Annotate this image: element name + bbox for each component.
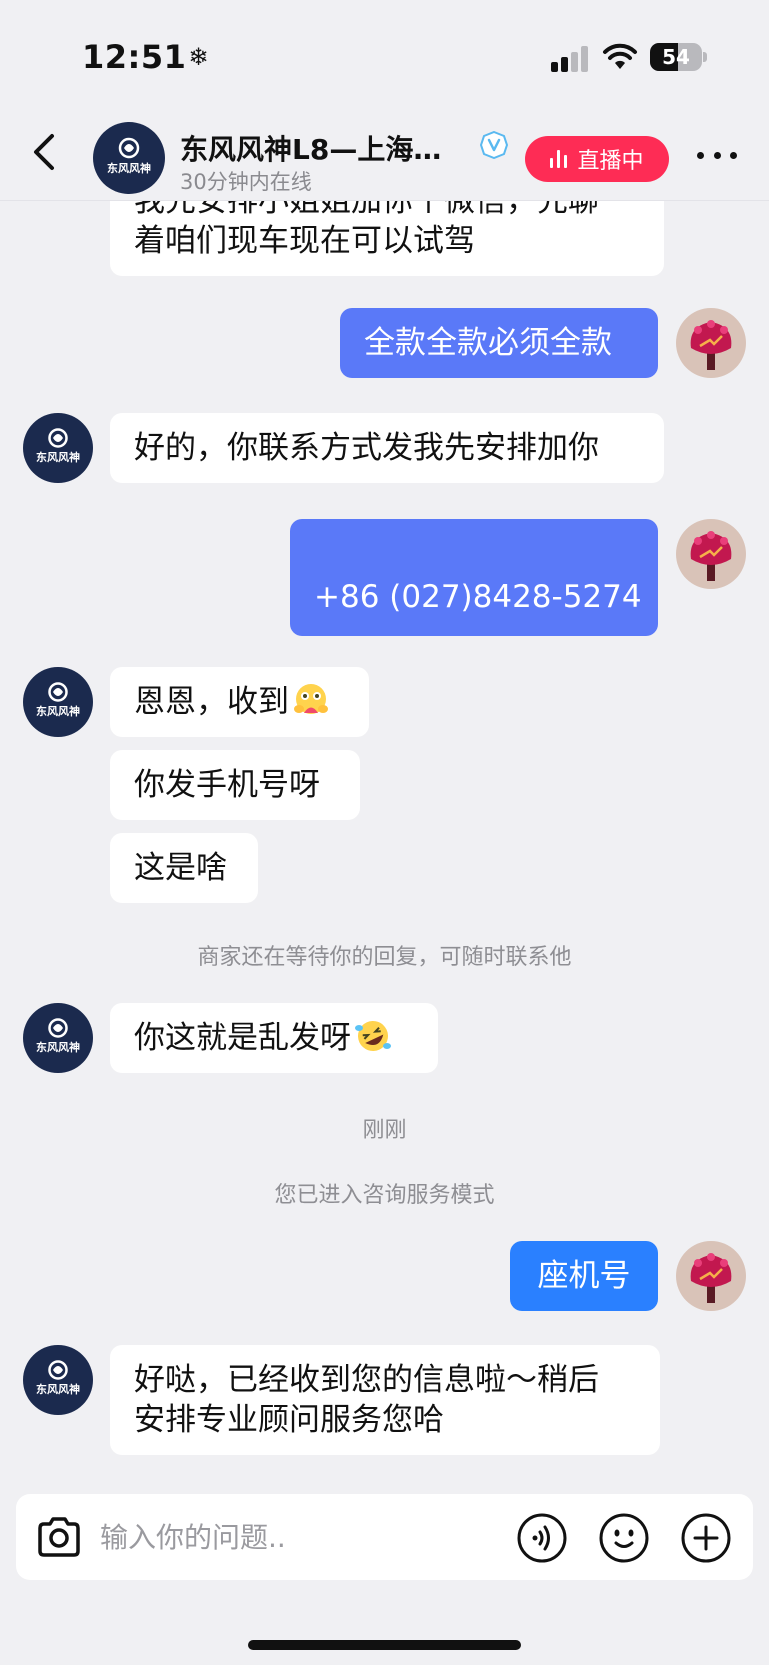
wifi-icon [603, 43, 637, 69]
user-avatar-image [676, 519, 746, 589]
message-input[interactable] [100, 1514, 500, 1560]
shop-logo: 东风风神 [23, 1003, 93, 1073]
chat-messages[interactable]: 我先安排小姐姐加你个微信，先聊 着咱们现车现在可以试驾 全款全款必须全款 东风风… [0, 201, 769, 1485]
message-bubble-outgoing: 座机号 [510, 1241, 658, 1311]
phone-number: +86 (027)8428-5274 [314, 579, 642, 615]
brand-logo-text: 东风风神 [107, 161, 151, 175]
message-text: 恩恩，收到 [134, 684, 289, 720]
live-streaming-button[interactable]: 直播中 [525, 136, 669, 182]
rolling-laughing-emoji-icon [355, 1021, 391, 1051]
emoji-icon[interactable] [598, 1512, 650, 1564]
message-line: 我先安排小姐姐加你个微信，先聊 [134, 201, 599, 219]
battery-icon: 54 [650, 43, 702, 71]
live-label: 直播中 [577, 149, 644, 174]
message-bubble-outgoing: +86 (027)8428-5274 [290, 519, 658, 636]
message-line: 安排专业顾问服务您哈 [134, 1402, 444, 1438]
message-bubble-outgoing: 全款全款必须全款 [340, 308, 658, 378]
brand-logo-text: 东风风神 [36, 1382, 80, 1396]
brand-logo-text: 东风风神 [36, 450, 80, 464]
message-text: 你这就是乱发呀 [134, 1020, 351, 1056]
status-bar: 12:51❄ 54 [0, 0, 769, 100]
status-time: 12:51❄ [82, 38, 209, 76]
user-avatar-image [676, 308, 746, 378]
brand-logo-text: 东风风神 [36, 704, 80, 718]
message-input-bar [16, 1494, 753, 1580]
system-notice: 您已进入咨询服务模式 [274, 1183, 495, 1208]
message-line: 好哒，已经收到您的信息啦～稍后 [134, 1362, 599, 1398]
shop-avatar[interactable]: 东风风神 [23, 667, 93, 737]
shop-logo: 东风风神 [23, 1345, 93, 1415]
verified-badge-icon [480, 131, 508, 159]
home-indicator[interactable] [248, 1640, 521, 1650]
message-bubble-incoming: 好的，你联系方式发我先安排加你 [110, 413, 664, 483]
message-bubble-incoming: 你这就是乱发呀 [110, 1003, 438, 1073]
cellular-signal-icon [551, 46, 591, 72]
user-avatar[interactable] [676, 308, 746, 378]
system-notice: 商家还在等待你的回复，可随时联系他 [197, 945, 572, 970]
brand-logo-text: 东风风神 [36, 1040, 80, 1054]
battery-cap [703, 52, 707, 62]
hugging-face-emoji-icon [294, 684, 328, 714]
shop-avatar[interactable]: 东风风神 [23, 1345, 93, 1415]
snowflake-icon: ❄ [188, 43, 209, 71]
timestamp: 刚刚 [362, 1118, 407, 1143]
battery-level: 54 [662, 45, 690, 69]
chat-title: 东风风神L8—上海… [180, 133, 442, 166]
camera-icon[interactable] [34, 1513, 84, 1563]
back-arrow-icon[interactable] [26, 128, 66, 176]
shop-logo: 东风风神 [23, 667, 93, 737]
message-bubble-incoming: 好哒，已经收到您的信息啦～稍后 安排专业顾问服务您哈 [110, 1345, 660, 1455]
message-line: 着咱们现车现在可以试驾 [134, 223, 475, 259]
shop-avatar[interactable]: 东风风神 [23, 1003, 93, 1073]
message-bubble-incoming: 我先安排小姐姐加你个微信，先聊 着咱们现车现在可以试驾 [110, 201, 664, 276]
user-avatar[interactable] [676, 519, 746, 589]
shop-avatar[interactable]: 东风风神 [93, 122, 165, 194]
add-more-icon[interactable] [680, 1512, 732, 1564]
shop-logo: 东风风神 [23, 413, 93, 483]
online-status: 30分钟内在线 [180, 170, 312, 194]
chat-header: 东风风神 东风风神L8—上海… 30分钟内在线 直播中 [0, 100, 769, 201]
user-avatar-image [676, 1241, 746, 1311]
user-avatar[interactable] [676, 1241, 746, 1311]
more-options-icon[interactable] [697, 152, 737, 164]
message-bubble-incoming: 这是啥 [110, 833, 258, 903]
message-bubble-incoming: 恩恩，收到 [110, 667, 369, 737]
voice-input-icon[interactable] [516, 1512, 568, 1564]
shop-avatar[interactable]: 东风风神 [23, 413, 93, 483]
live-bars-icon [550, 150, 568, 168]
message-bubble-incoming: 你发手机号呀 [110, 750, 360, 820]
